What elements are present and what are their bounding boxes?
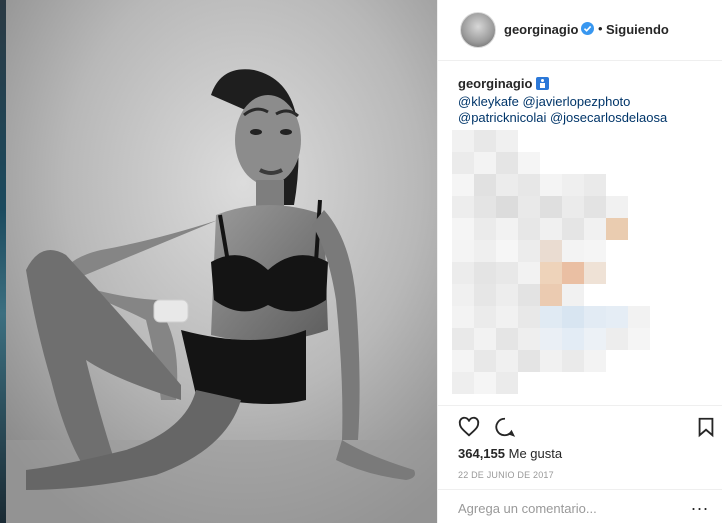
post-header: georginagio • Siguiendo	[438, 0, 722, 61]
person-emoji-icon	[536, 77, 550, 90]
post-photo-image	[6, 0, 437, 523]
mention-link[interactable]: @josecarlosdelaosa	[550, 110, 667, 125]
post-caption: georginagio @kleykafe @javierlopezphoto …	[458, 76, 713, 126]
mention-link[interactable]: @javierlopezphoto	[523, 94, 631, 109]
mention-link[interactable]: @kleykafe	[458, 94, 519, 109]
bookmark-icon[interactable]	[695, 416, 717, 438]
avatar[interactable]	[460, 12, 496, 48]
likes-count[interactable]: 364,155 Me gusta	[458, 446, 562, 461]
post-photo[interactable]	[6, 0, 437, 523]
likes-label: Me gusta	[508, 446, 563, 461]
post-actions	[438, 405, 722, 441]
verified-badge-icon	[581, 22, 594, 35]
caption-username[interactable]: georginagio	[458, 76, 532, 91]
comment-input[interactable]	[456, 498, 710, 518]
mentions-line-2: @patricknicolai @josecarlosdelaosa	[458, 110, 713, 126]
mention-link[interactable]: @patricknicolai	[458, 110, 546, 125]
heart-icon[interactable]	[458, 416, 480, 438]
more-options-button[interactable]: ...	[691, 494, 709, 515]
post-date[interactable]: 22 DE JUNIO DE 2017	[458, 470, 554, 480]
mentions-line-1: @kleykafe @javierlopezphoto	[458, 94, 713, 110]
header-separator: •	[598, 21, 603, 36]
comment-icon[interactable]	[494, 416, 516, 438]
likes-number: 364,155	[458, 446, 505, 461]
comment-bar: ...	[438, 489, 722, 523]
post-sidebar: georginagio • Siguiendo georginagio @kle…	[437, 0, 722, 523]
pixelated-comments-area	[452, 130, 650, 394]
follow-status-button[interactable]: Siguiendo	[606, 22, 669, 37]
header-username[interactable]: georginagio	[504, 22, 578, 37]
